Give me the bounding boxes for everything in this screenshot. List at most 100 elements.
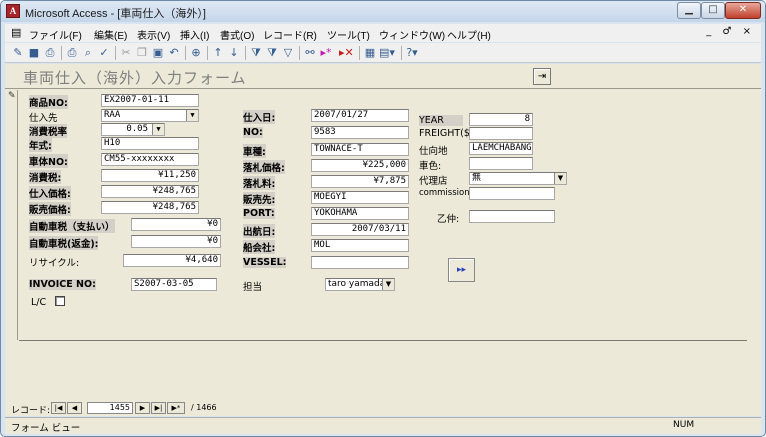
buyer-field[interactable]: MOEGYI: [311, 191, 409, 204]
purchase-date-field[interactable]: 2007/01/27: [311, 109, 409, 122]
close-button[interactable]: ✕: [725, 2, 761, 19]
menu-format[interactable]: 書式(O): [220, 27, 254, 42]
record-selector[interactable]: ✎: [5, 90, 18, 340]
next-record-button[interactable]: ▸▸: [448, 258, 475, 282]
dropdown-arrow-icon[interactable]: ▼: [152, 124, 164, 135]
dropdown-arrow-icon[interactable]: ▼: [554, 173, 566, 184]
freight-field[interactable]: [469, 127, 533, 140]
color-field[interactable]: [469, 157, 533, 170]
form-title: 車両仕入（海外）入力フォーム: [23, 69, 247, 87]
print-icon[interactable]: ⎙: [65, 46, 79, 60]
shipping-company-field[interactable]: MOL: [311, 239, 409, 252]
next-record-nav-button[interactable]: ▶: [135, 402, 150, 414]
pencil-icon: ✎: [8, 91, 16, 101]
product-no-field[interactable]: EX2007-01-11: [101, 94, 199, 107]
invoice-no-field[interactable]: S2007-03-05: [131, 278, 217, 291]
year-field[interactable]: 8: [469, 113, 533, 126]
print-preview-icon[interactable]: ⌕: [81, 46, 95, 60]
otsu-field[interactable]: [469, 210, 555, 223]
vessel-field[interactable]: [311, 256, 409, 269]
auto-tax-refund-field[interactable]: ¥0: [131, 235, 221, 248]
exit-door-icon[interactable]: ⇥: [533, 68, 551, 85]
sort-descending-icon[interactable]: ↓: [227, 46, 241, 60]
menu-file[interactable]: ファイル(F): [29, 27, 82, 42]
menu-insert[interactable]: 挿入(I): [180, 27, 209, 42]
agent-label: 代理店: [419, 176, 448, 187]
undo-icon[interactable]: ↶: [167, 46, 181, 60]
staff-value: taro yamada: [328, 279, 386, 289]
auction-fee-field[interactable]: ¥7,875: [311, 175, 409, 188]
supplier-select[interactable]: RAA ▼: [101, 109, 199, 122]
access-app-icon[interactable]: A: [6, 4, 20, 18]
consumption-tax-field[interactable]: ¥11,250: [101, 169, 199, 182]
filter-by-selection-icon[interactable]: ⧩: [249, 46, 263, 60]
no-field[interactable]: 9583: [311, 126, 409, 139]
vehicle-type-label: 車種:: [243, 144, 266, 158]
current-record-number[interactable]: 1455: [87, 402, 133, 414]
auction-price-field[interactable]: ¥225,000: [311, 159, 409, 172]
menu-tools[interactable]: ツール(T): [327, 27, 370, 42]
form-icon[interactable]: ▤: [11, 26, 21, 39]
purchase-price-field[interactable]: ¥248,765: [101, 185, 199, 198]
help-icon[interactable]: ?▾: [405, 46, 419, 60]
menu-records[interactable]: レコード(R): [263, 27, 317, 42]
hyperlink-icon[interactable]: ⊕: [189, 46, 203, 60]
dropdown-arrow-icon[interactable]: ▼: [186, 110, 198, 121]
menu-window[interactable]: ウィンドウ(W): [379, 27, 445, 42]
model-year-field[interactable]: H10: [101, 137, 199, 150]
auto-tax-paid-field[interactable]: ¥0: [131, 218, 221, 231]
new-object-icon[interactable]: ▤▾: [379, 46, 395, 60]
recycle-field[interactable]: ¥4,640: [123, 254, 221, 267]
port-field[interactable]: YOKOHAMA: [311, 207, 409, 220]
new-record-icon[interactable]: ▸*: [319, 46, 333, 60]
sort-ascending-icon[interactable]: ↑: [211, 46, 225, 60]
menu-help[interactable]: ヘルプ(H): [447, 27, 491, 42]
minimize-button[interactable]: ▁: [677, 2, 701, 19]
dropdown-arrow-icon[interactable]: ▼: [382, 279, 394, 290]
agent-select[interactable]: 無 ▼: [469, 172, 567, 185]
access-window: A Microsoft Access - [車両仕入（海外）] ▁ □ ✕ ▤ …: [0, 0, 766, 437]
lc-checkbox[interactable]: [55, 296, 65, 306]
spelling-icon[interactable]: ✓: [97, 46, 111, 60]
cut-icon[interactable]: ✂: [119, 46, 133, 60]
recycle-label: リサイクル:: [29, 258, 80, 269]
vehicle-type-field[interactable]: TOWNACE-T: [311, 143, 409, 156]
database-window-icon[interactable]: ▦: [363, 46, 377, 60]
departure-date-field[interactable]: 2007/03/11: [311, 223, 409, 236]
destination-label: 仕向地: [419, 146, 448, 157]
title-bar[interactable]: A Microsoft Access - [車両仕入（海外）] ▁ □ ✕: [1, 1, 765, 22]
commission-field[interactable]: [469, 187, 555, 200]
sale-price-field[interactable]: ¥248,765: [101, 201, 199, 214]
paste-icon[interactable]: ▣: [151, 46, 165, 60]
filter-by-form-icon[interactable]: ⧩: [265, 46, 279, 60]
staff-select[interactable]: taro yamada ▼: [325, 278, 395, 291]
auto-tax-refund-label: 自動車税(返金):: [29, 236, 99, 250]
lc-label: L/C: [31, 297, 47, 308]
port-label: PORT:: [243, 208, 275, 219]
menu-edit[interactable]: 編集(E): [94, 27, 127, 42]
delete-record-icon[interactable]: ▸✕: [339, 46, 354, 60]
first-record-button[interactable]: |◀: [51, 402, 66, 414]
file-search-icon[interactable]: ⎙: [43, 46, 57, 60]
view-icon[interactable]: ✎: [11, 46, 25, 60]
last-record-button[interactable]: ▶|: [151, 402, 166, 414]
menu-view[interactable]: 表示(V): [137, 27, 170, 42]
find-icon[interactable]: ⚯: [303, 46, 317, 60]
auction-fee-label: 落札料:: [243, 176, 276, 190]
record-count: / 1466: [191, 403, 217, 412]
copy-icon[interactable]: ❐: [135, 46, 149, 60]
destination-field[interactable]: LAEMCHABANG: [469, 142, 533, 155]
apply-filter-icon[interactable]: ▽: [281, 46, 295, 60]
invoice-no-label: INVOICE NO:: [29, 279, 96, 290]
previous-record-button[interactable]: ◀: [67, 402, 82, 414]
tax-rate-select[interactable]: 0.05 ▼: [101, 123, 165, 136]
new-record-nav-button[interactable]: ▶*: [167, 402, 185, 414]
sale-price-label: 販売価格:: [29, 202, 71, 216]
save-icon[interactable]: ■: [27, 46, 41, 60]
chassis-no-field[interactable]: CM55-xxxxxxxx: [101, 153, 199, 166]
maximize-button[interactable]: □: [701, 2, 725, 19]
mdi-window-controls[interactable]: _ ♂ ×: [706, 26, 755, 37]
no-label: NO:: [243, 127, 263, 138]
purchase-price-label: 仕入価格:: [29, 186, 71, 200]
status-numlock: NUM: [673, 420, 695, 430]
